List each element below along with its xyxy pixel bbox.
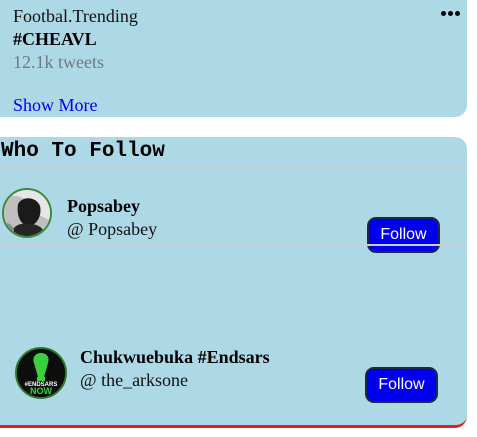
more-options-icon[interactable] — [440, 10, 462, 18]
user-name[interactable]: Chukwuebuka #Endsars — [80, 347, 270, 367]
trend-tweet-count: 12.1k tweets — [13, 52, 104, 72]
trend-hashtag[interactable]: #CHEAVL — [13, 29, 97, 49]
section-title: Who To Follow — [1, 140, 165, 163]
divider — [0, 244, 467, 246]
avatar[interactable] — [2, 188, 52, 238]
avatar-caption-now: NOW — [30, 386, 53, 396]
user-photo-icon — [4, 190, 50, 236]
user-handle: @ Popsabey — [67, 219, 158, 239]
follow-button[interactable]: Follow — [365, 367, 438, 403]
avatar[interactable]: #ENDSARS NOW — [15, 347, 67, 399]
user-handle: @ the_arksone — [80, 370, 189, 390]
trend-category: Footbal.Trending — [13, 6, 138, 26]
follow-button[interactable]: Follow — [367, 217, 440, 253]
divider — [0, 165, 467, 167]
show-more-link[interactable]: Show More — [13, 95, 98, 115]
trending-card: Footbal.Trending #CHEAVL 12.1k tweets Sh… — [0, 0, 467, 117]
endsars-logo-icon: #ENDSARS NOW — [17, 349, 65, 397]
who-to-follow-card: Who To Follow Popsabey @ Popsabey Follow… — [0, 137, 467, 428]
user-name[interactable]: Popsabey — [67, 196, 140, 216]
